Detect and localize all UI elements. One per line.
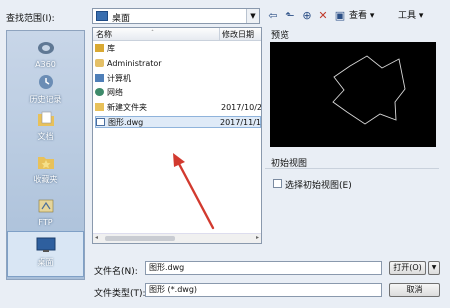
lookin-dropdown[interactable]: 桌面 ▼ <box>92 8 260 24</box>
place-label: 文档 <box>37 132 54 141</box>
place-history[interactable]: 历史记录 <box>7 73 84 105</box>
place-label: 桌面 <box>37 258 54 267</box>
annotation-arrow <box>173 153 215 230</box>
view-menu[interactable]: 查看 ▾ <box>349 9 374 23</box>
filename-value: 图形.dwg <box>149 263 185 272</box>
network-icon <box>95 88 104 96</box>
user-folder-icon <box>95 59 104 67</box>
filetype-label: 文件类型(T): <box>94 289 146 299</box>
delete-icon[interactable]: ✕ <box>316 9 330 23</box>
new-folder-icon[interactable]: ▣ <box>333 9 347 23</box>
scroll-right-icon[interactable]: ▸ <box>256 234 259 241</box>
scrollbar-thumb[interactable] <box>105 236 175 241</box>
open-button[interactable]: 打开(O) <box>389 261 426 275</box>
folder-icon <box>95 103 104 111</box>
list-item-date: 2017/10/2 <box>221 103 262 112</box>
history-icon <box>38 75 53 89</box>
desktop-icon <box>36 237 55 252</box>
column-header-date-label: 修改日期 <box>222 30 254 39</box>
initial-view-checkbox[interactable] <box>273 179 282 188</box>
list-item-name: 库 <box>107 44 115 53</box>
list-item[interactable]: 网络 <box>95 87 260 99</box>
documents-folder-icon <box>37 111 54 126</box>
list-item-name: 计算机 <box>107 74 131 83</box>
lookin-value: 桌面 <box>112 14 131 24</box>
place-a360[interactable]: A360 <box>7 39 84 69</box>
place-label: 收藏夹 <box>33 175 58 184</box>
places-bar: A360 历史记录 文档 收藏夹 FTP 桌面 <box>6 30 85 280</box>
dwg-file-icon <box>96 118 105 126</box>
chevron-down-icon: ▼ <box>431 264 437 271</box>
preview-pane <box>270 42 436 147</box>
list-item[interactable]: 库 <box>95 43 260 55</box>
cancel-button[interactable]: 取消 <box>389 283 440 297</box>
lookin-label: 查找范围(I): <box>6 14 55 24</box>
list-item[interactable]: 计算机 <box>95 73 260 85</box>
computer-icon <box>95 74 104 82</box>
scroll-left-icon[interactable]: ◂ <box>95 234 98 241</box>
list-item[interactable]: 新建文件夹 2017/10/2 <box>95 102 262 114</box>
tools-label: 工具 <box>398 11 417 21</box>
place-documents[interactable]: 文档 <box>7 110 84 142</box>
sort-icon: ˆ <box>151 30 154 37</box>
horizontal-scrollbar[interactable]: ◂ ▸ <box>93 233 261 243</box>
initial-view-checkbox-label[interactable]: 选择初始视图(E) <box>285 178 352 191</box>
ftp-icon <box>38 199 53 213</box>
column-header-name-label: 名称 <box>96 30 112 39</box>
a360-icon <box>37 42 54 54</box>
list-item-name: 新建文件夹 <box>107 103 147 112</box>
list-item[interactable]: Administrator <box>95 58 260 70</box>
preview-label: 预览 <box>271 31 290 41</box>
view-label: 查看 <box>349 11 368 21</box>
filename-label: 文件名(N): <box>94 267 138 277</box>
divider <box>265 168 439 169</box>
filetype-value: 图形 (*.dwg) <box>149 285 198 294</box>
up-folder-icon[interactable]: ⬑ <box>283 9 297 23</box>
tools-menu[interactable]: 工具 ▾ <box>398 9 423 23</box>
list-item-date: 2017/11/1 <box>220 118 262 127</box>
filetype-select[interactable]: 图形 (*.dwg) <box>145 283 382 297</box>
favorites-folder-icon <box>37 157 54 169</box>
place-label: A360 <box>35 60 56 69</box>
search-icon[interactable]: ⊕ <box>300 9 314 23</box>
file-list[interactable]: 名称 ˆ 修改日期 库 Administrator 计算机 网络 新建文件夹 20… <box>92 27 262 244</box>
library-icon <box>95 44 104 52</box>
place-label: FTP <box>38 218 53 227</box>
list-item-name: 图形.dwg <box>108 118 144 127</box>
place-ftp[interactable]: FTP <box>7 197 84 227</box>
list-item-name: 网络 <box>107 88 123 97</box>
column-header-date[interactable]: 修改日期 <box>219 28 261 41</box>
list-item-selected[interactable]: 图形.dwg 2017/11/1 <box>95 116 261 128</box>
filename-field[interactable]: 图形.dwg <box>145 261 382 275</box>
desktop-icon <box>96 11 108 21</box>
drawing-preview <box>332 55 406 125</box>
open-options-dropdown[interactable]: ▼ <box>428 261 440 275</box>
back-icon[interactable]: ⇦ <box>266 9 280 23</box>
list-item-name: Administrator <box>107 59 162 68</box>
place-label: 历史记录 <box>29 95 62 104</box>
place-favorites[interactable]: 收藏夹 <box>7 153 84 185</box>
chevron-down-icon[interactable]: ▼ <box>246 9 259 23</box>
column-header-name[interactable]: 名称 ˆ <box>93 28 219 41</box>
place-desktop[interactable]: 桌面 <box>7 231 84 277</box>
